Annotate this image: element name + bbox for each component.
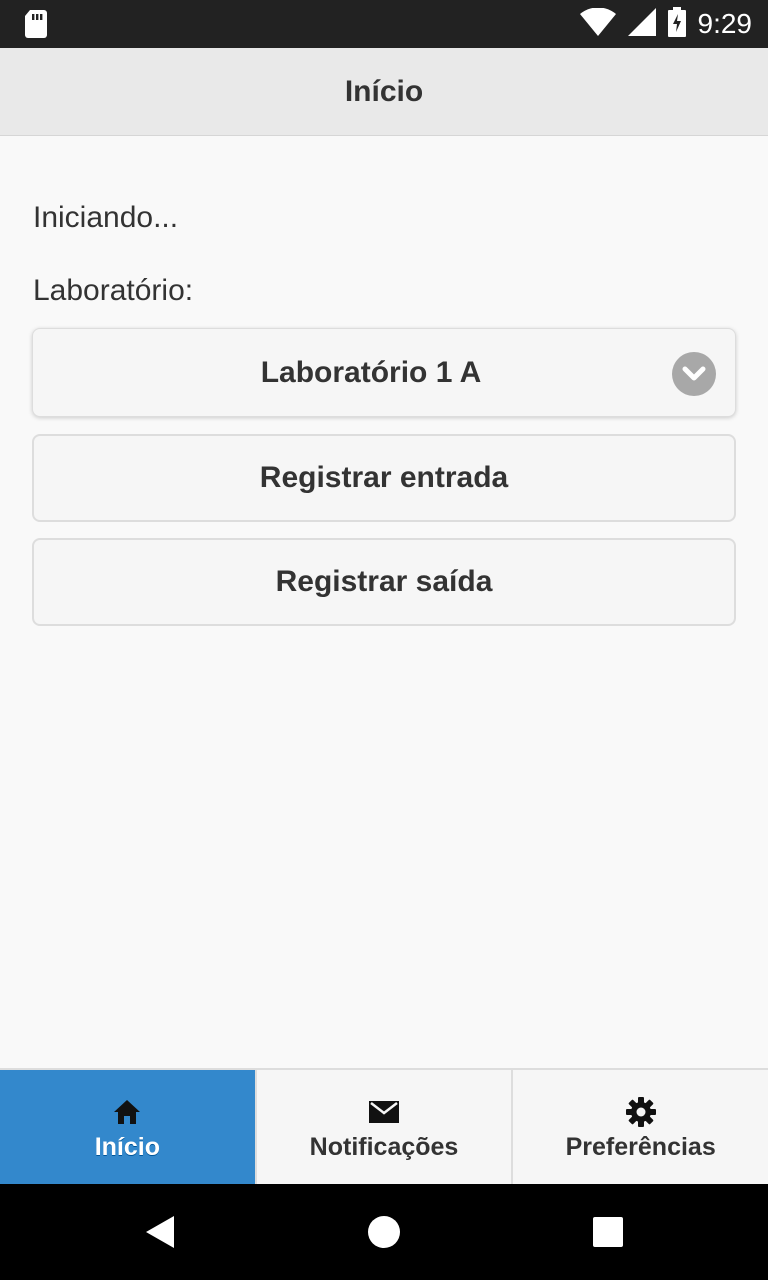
back-icon[interactable] [144,1214,176,1255]
tab-inicio[interactable]: Início [0,1070,257,1184]
lab-label: Laboratório: [33,274,194,307]
lab-select[interactable]: Laboratório 1 A [32,328,736,417]
sd-card-icon [24,10,48,43]
mail-icon [369,1097,399,1127]
home-icon [113,1097,141,1127]
page-title: Início [344,74,424,108]
battery-charging-icon [667,6,686,42]
recents-icon[interactable] [593,1217,623,1252]
tab-notificacoes[interactable]: Notificações [257,1070,514,1184]
chevron-down-icon [672,352,716,396]
tab-label: Preferências [565,1132,716,1161]
gear-icon [625,1096,656,1127]
signal-icon [627,7,656,41]
status-time: 9:29 [697,8,753,39]
wifi-icon [579,6,616,41]
main-content: Iniciando... Laboratório: Laboratório 1 … [0,137,768,1068]
status-text: Iniciando... [33,201,179,234]
lab-select-value: Laboratório 1 A [260,355,482,389]
system-nav-bar [0,1184,768,1280]
tab-label: Início [94,1132,160,1161]
home-circle-icon[interactable] [368,1216,400,1253]
app-header: Início [0,48,768,136]
register-exit-button[interactable]: Registrar saída [32,538,736,626]
tab-preferencias[interactable]: Preferências [513,1070,768,1184]
register-entry-button[interactable]: Registrar entrada [32,434,736,522]
tab-label: Notificações [309,1132,459,1161]
tab-bar: Início Notificações Preferências [0,1068,768,1184]
status-bar: 9:29 [0,0,768,48]
